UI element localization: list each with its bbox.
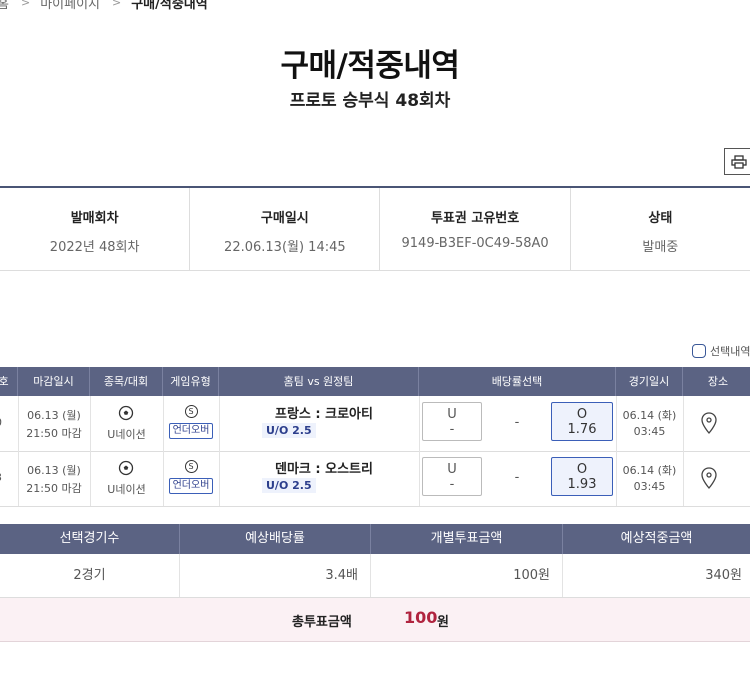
row-deadline-date: 06.13 (월) bbox=[27, 464, 81, 477]
summary-bet-value: 100원 bbox=[371, 554, 563, 597]
summary-header: 선택경기수 예상배당률 개별투표금액 예상적중금액 bbox=[0, 524, 750, 554]
odds-under-value: - bbox=[449, 422, 455, 437]
summary-win-label: 예상적중금액 bbox=[620, 531, 693, 546]
info-round-label: 발매회차 bbox=[70, 211, 119, 226]
chevron-right-icon: > bbox=[112, 0, 122, 9]
breadcrumb-current: 구매/적중내역 bbox=[131, 0, 208, 12]
odds-over-value: 1.93 bbox=[567, 477, 597, 492]
col-odds: 배당률선택 bbox=[419, 367, 616, 396]
purchase-info-table: 발매회차 2022년 48회차 구매일시 22.06.13(월) 14:45 투… bbox=[0, 186, 750, 271]
printer-icon bbox=[731, 154, 747, 169]
table-row: 33 06.13 (월) 21:50 마감 U네이션 S 언더오버 덴마크 : … bbox=[0, 451, 750, 507]
col-teams: 홈팀 vs 원정팀 bbox=[219, 367, 419, 396]
table-row: 30 06.13 (월) 21:50 마감 U네이션 S 언더오버 프랑스 : … bbox=[0, 396, 750, 452]
row-league: U네이션 bbox=[107, 428, 146, 441]
soccer-ball-icon bbox=[118, 405, 134, 424]
row-game-time: 03:45 bbox=[633, 480, 666, 493]
odds-under-value: - bbox=[449, 477, 455, 492]
row-no: 33 bbox=[0, 471, 10, 484]
row-uo: U/O 2.5 bbox=[262, 423, 316, 438]
row-teams: 덴마크 : 오스트리 bbox=[275, 462, 373, 477]
odds-mid: - bbox=[514, 415, 520, 430]
row-deadline-time: 21:50 마감 bbox=[26, 427, 82, 440]
summary-win-value: 340원 bbox=[705, 568, 742, 583]
odds-over-label: O bbox=[576, 462, 588, 477]
row-type: 언더오버 bbox=[163, 423, 219, 439]
select-only-toggle[interactable]: 선택내역 bbox=[692, 343, 750, 359]
row-game-date: 06.14 (화) bbox=[622, 409, 677, 422]
summary-odds-label: 예상배당률 bbox=[180, 524, 371, 554]
total-value: 100 bbox=[404, 608, 438, 627]
row-uo: U/O 2.5 bbox=[262, 478, 316, 493]
info-round: 발매회차 2022년 48회차 bbox=[0, 188, 191, 270]
select-checkbox[interactable] bbox=[692, 344, 706, 358]
info-status-label: 상태 bbox=[648, 211, 673, 226]
odds-over-button[interactable]: O 1.76 bbox=[551, 402, 613, 441]
col-sport: 종목/대회 bbox=[90, 367, 163, 396]
info-date-label: 구매일시 bbox=[260, 211, 309, 226]
summary-count-label: 선택경기수 bbox=[0, 524, 180, 554]
col-gamedate: 경기일시 bbox=[616, 367, 683, 396]
summary-count-value: 2경기 bbox=[0, 554, 180, 597]
select-toggle-label: 선택내역 bbox=[710, 345, 750, 358]
info-round-value: 2022년 48회차 bbox=[49, 240, 140, 255]
odds-over-value: 1.76 bbox=[567, 422, 597, 437]
info-ticket-value: 9149-B3EF-0C49-58A0 bbox=[401, 236, 549, 251]
odds-under-button[interactable]: U - bbox=[422, 402, 482, 441]
total-label: 총투표금액 bbox=[292, 615, 352, 630]
odds-over-button[interactable]: O 1.93 bbox=[551, 457, 613, 496]
row-type-badge: S bbox=[163, 404, 219, 418]
soccer-ball-icon bbox=[118, 460, 134, 479]
row-game-date: 06.14 (화) bbox=[622, 464, 677, 477]
odds-under-label: U bbox=[447, 407, 457, 422]
info-date: 구매일시 22.06.13(월) 14:45 bbox=[190, 188, 381, 270]
map-pin-icon[interactable] bbox=[700, 467, 718, 492]
row-type: 언더오버 bbox=[163, 478, 219, 494]
row-deadline-date: 06.13 (월) bbox=[27, 409, 81, 422]
info-status: 상태 발매중 bbox=[571, 188, 750, 270]
breadcrumb-mypage[interactable]: 마이페이지 bbox=[40, 0, 100, 12]
col-gametype: 게임유형 bbox=[163, 367, 219, 396]
odds-over-label: O bbox=[576, 407, 588, 422]
odds-under-label: U bbox=[447, 462, 457, 477]
map-pin-icon[interactable] bbox=[700, 412, 718, 437]
breadcrumb-home[interactable]: 홈 bbox=[0, 0, 9, 12]
summary-odds-value: 3.4배 bbox=[180, 554, 371, 597]
summary-bet-label: 개별투표금액 bbox=[371, 524, 563, 554]
chevron-right-icon: > bbox=[20, 0, 31, 9]
special-s-icon: S bbox=[184, 405, 198, 418]
row-type-badge: S bbox=[163, 459, 219, 473]
row-type-label: 언더오버 bbox=[168, 478, 214, 494]
total-unit: 원 bbox=[437, 615, 449, 630]
col-venue: 장소 bbox=[707, 375, 729, 388]
special-s-icon: S bbox=[184, 460, 198, 473]
row-deadline-time: 21:50 마감 bbox=[26, 482, 82, 495]
summary-row: 2경기 3.4배 100원 340원 bbox=[0, 554, 750, 598]
row-game-time: 03:45 bbox=[633, 425, 666, 438]
info-ticket-label: 투표권 고유번호 bbox=[430, 211, 520, 226]
total-bet-row: 총투표금액 100 원 bbox=[0, 598, 750, 642]
info-date-value: 22.06.13(월) 14:45 bbox=[224, 240, 346, 255]
page-title: 구매/적중내역 bbox=[280, 48, 460, 84]
odds-under-button[interactable]: U - bbox=[422, 457, 482, 496]
match-table-header: 번호 마감일시 종목/대회 게임유형 홈팀 vs 원정팀 배당률선택 경기일시 … bbox=[0, 367, 750, 396]
col-no: 번호 bbox=[0, 367, 18, 396]
breadcrumb: 홈 > 마이페이지 > 구매/적중내역 bbox=[0, 0, 208, 12]
info-status-value: 발매중 bbox=[642, 240, 679, 255]
col-deadline: 마감일시 bbox=[18, 367, 90, 396]
row-no: 30 bbox=[0, 416, 10, 429]
info-ticket: 투표권 고유번호 9149-B3EF-0C49-58A0 bbox=[380, 188, 571, 270]
odds-mid: - bbox=[514, 470, 520, 485]
row-league: U네이션 bbox=[107, 483, 146, 496]
row-teams: 프랑스 : 크로아티 bbox=[275, 407, 373, 422]
print-button[interactable] bbox=[724, 148, 750, 175]
page-subtitle: 프로토 승부식 48회차 bbox=[289, 91, 451, 111]
row-type-label: 언더오버 bbox=[168, 423, 214, 439]
